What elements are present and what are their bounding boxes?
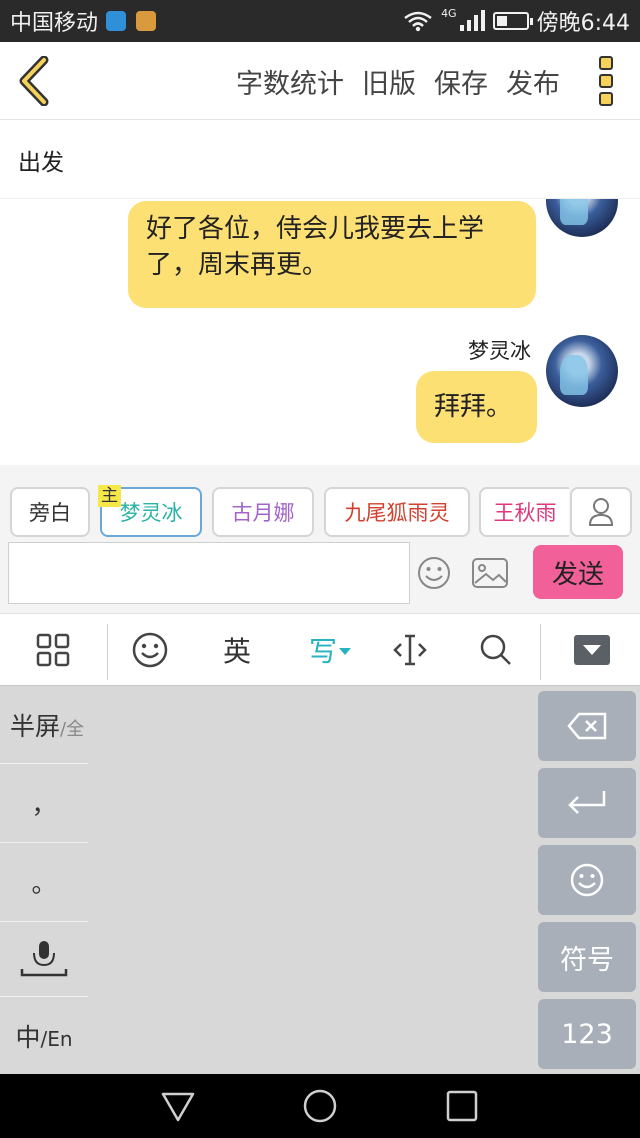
send-button[interactable]: 发送 [533,545,623,599]
emoji-icon [570,863,604,897]
chat-bubble-line: 了，周末再更。 [146,250,329,280]
grid-icon[interactable] [20,614,86,686]
clock: 傍晚6:44 [536,11,630,36]
story-title[interactable]: 出发 [0,121,640,199]
more-dot [599,92,613,106]
image-icon[interactable] [470,555,510,591]
role-chip-main[interactable]: 主 梦灵冰 [98,485,202,537]
role-chip[interactable]: 九尾狐雨灵 [324,487,470,537]
backspace-key[interactable] [538,691,636,761]
battery-level [496,16,507,26]
old-version-button[interactable]: 旧版 [362,62,416,101]
chat-bubble: 拜拜。 [416,371,537,443]
save-button[interactable]: 保存 [434,62,488,101]
toolbar-actions: 字数统计 旧版 保存 发布 [236,62,560,101]
story-title-text: 出发 [18,149,64,176]
send-button-label: 发送 [551,559,604,590]
number-key[interactable]: 123 [538,999,636,1069]
grid-glyph [36,633,70,667]
wifi-icon [404,11,432,32]
role-chip-label: 古月娜 [231,501,295,525]
role-composer-panel: 旁白 主 梦灵冰 古月娜 九尾狐雨灵 王秋雨 发送 [0,465,640,613]
cursor-icon[interactable] [378,614,442,686]
ime-toolbar: 英 写 [0,613,640,686]
language-switch-key[interactable]: 中 /En [0,997,88,1074]
role-chip-narrator[interactable]: 旁白 [10,487,90,537]
emoji-icon[interactable] [416,555,452,591]
person-glyph [588,498,614,526]
network-type: 4G [441,6,457,20]
back-triangle-icon[interactable] [160,1088,196,1124]
avatar[interactable] [546,199,618,237]
keyboard-notification-icon [136,11,157,31]
comma-key[interactable]: ， [0,764,88,843]
status-indicators: 4G 傍晚6:44 [403,5,630,37]
chat-bubble-text: 拜拜。 [434,392,513,422]
enter-key[interactable] [538,768,636,838]
symbol-key-label: 符号 [560,944,614,976]
role-chip-label: 九尾狐雨灵 [344,501,450,525]
recents-square-icon[interactable] [444,1088,480,1124]
half-screen-label: 半屏 [10,711,61,741]
role-chip-label: 旁白 [29,501,71,525]
divider [107,624,108,680]
number-key-label: 123 [561,1018,613,1050]
symbol-key[interactable]: 符号 [538,922,636,992]
role-chip-label: 梦灵冰 [119,501,183,525]
enter-icon [568,791,606,814]
search-icon[interactable] [464,614,528,686]
status-bar: 中国移动 4G 傍晚6:44 [0,0,640,42]
period-label: 。 [31,869,57,898]
sender-name: 梦灵冰 [468,339,531,363]
microphone-icon [20,941,68,977]
more-dot [599,56,613,70]
english-mode-button[interactable]: 英 [205,614,269,686]
english-label: /En [40,1026,73,1051]
cursor-glyph [393,634,427,666]
chat-bubble-line: 好了各位，侍会儿我要去上学 [146,214,485,244]
word-count-button[interactable]: 字数统计 [236,62,344,101]
home-circle-icon[interactable] [302,1088,338,1124]
message-input[interactable] [8,542,410,604]
role-chip[interactable]: 王秋雨 [479,487,569,537]
full-screen-label: /全 [60,718,85,740]
backspace-icon [567,712,607,740]
handwriting-keyboard: 半屏 /全 ， 。 中 /En 符号 123 [0,686,640,1074]
emoji-key[interactable] [538,845,636,915]
more-dot [599,74,613,88]
handwriting-mode-label: 写 [308,635,337,668]
more-dots-icon[interactable] [596,56,616,106]
chat-bubble: 好了各位，侍会儿我要去上学 了，周末再更。 [128,201,536,308]
dropdown-arrow-icon [339,648,351,655]
chevron-left-icon[interactable] [14,56,54,106]
search-glyph [480,634,511,665]
avatar[interactable] [546,335,618,407]
period-key[interactable]: 。 [0,843,88,922]
handwriting-mode-button[interactable]: 写 [298,614,362,686]
divider [540,624,541,680]
emoji-icon[interactable] [118,614,182,686]
english-mode-label: 英 [222,635,251,668]
collapse-glyph [574,635,610,665]
person-icon[interactable] [570,487,632,537]
signal-icon [459,10,485,31]
role-chip[interactable]: 古月娜 [212,487,314,537]
notification-app-icon [106,11,127,31]
publish-button[interactable]: 发布 [506,62,560,101]
comma-label: ， [31,790,57,819]
voice-input-key[interactable] [0,922,88,997]
editor-toolbar: 字数统计 旧版 保存 发布 [0,42,640,120]
collapse-keyboard-icon[interactable] [560,614,624,686]
carrier-name: 中国移动 [10,11,99,36]
role-chip-label: 王秋雨 [493,501,557,525]
half-screen-key[interactable]: 半屏 /全 [0,686,88,764]
battery-icon [492,12,533,30]
chinese-label: 中 [15,1022,41,1052]
system-navigation-bar [0,1074,640,1138]
chat-area: 好了各位，侍会儿我要去上学 了，周末再更。 梦灵冰 拜拜。 [0,199,640,465]
emoji-glyph [132,632,168,668]
main-role-badge: 主 [98,485,121,507]
